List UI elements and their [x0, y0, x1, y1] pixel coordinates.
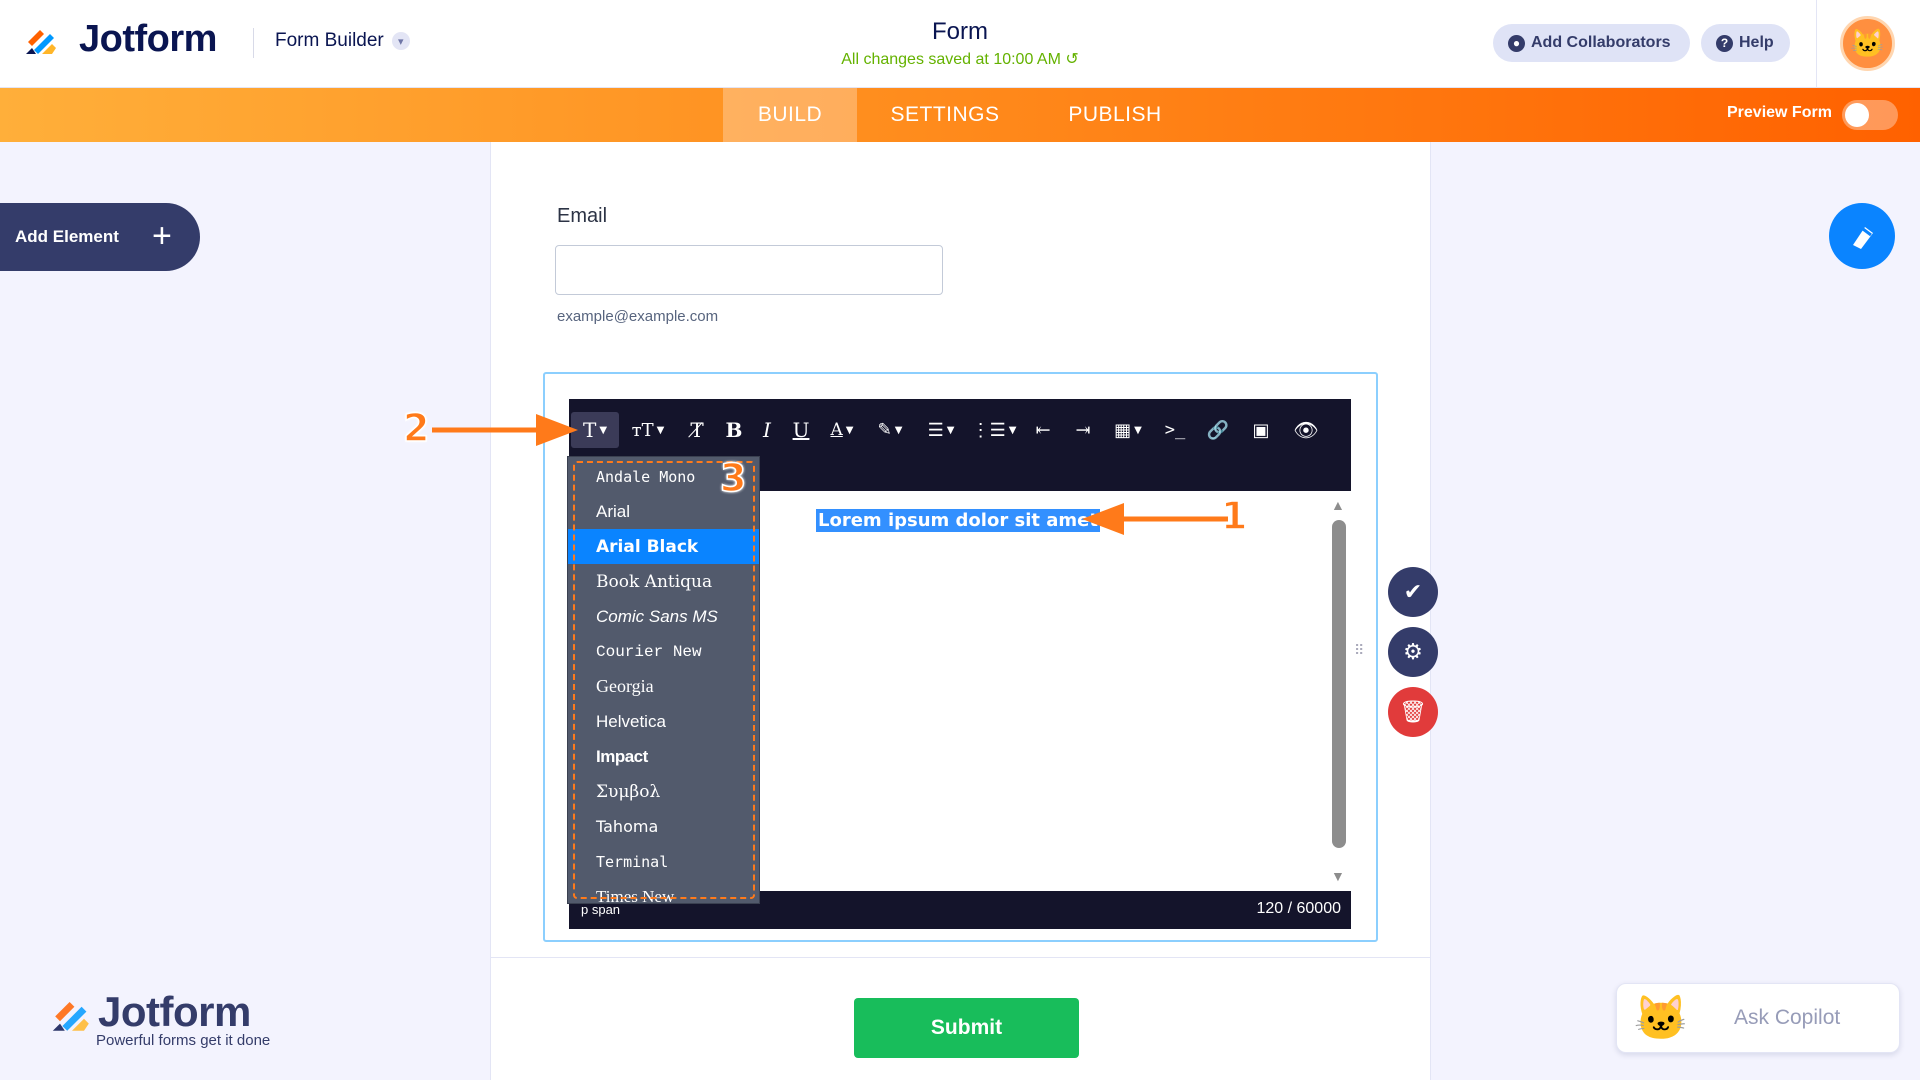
save-status-text: All changes saved at 10:00 AM — [841, 51, 1061, 68]
user-icon: ● — [1508, 34, 1525, 52]
callout-number-2: 2 — [402, 405, 430, 451]
tab-build[interactable]: BUILD — [723, 88, 857, 142]
add-element-button[interactable]: Add Element + — [0, 203, 200, 271]
arrow-annotation-1 — [1082, 503, 1228, 535]
font-size-button[interactable]: ᴛT ▼ — [626, 412, 670, 448]
indent-icon[interactable]: ⇥ — [1067, 412, 1099, 448]
font-option[interactable]: Tahoma — [568, 809, 759, 844]
tab-settings[interactable]: SETTINGS — [870, 88, 1020, 142]
tab-publish[interactable]: PUBLISH — [1040, 88, 1190, 142]
check-icon: ✔ — [1403, 579, 1423, 604]
check-button[interactable]: ✔ — [1388, 567, 1438, 617]
properties-button[interactable]: ⚙ — [1388, 627, 1438, 677]
font-option[interactable]: Times New — [568, 879, 759, 904]
jotform-watermark-text: Jotform — [98, 988, 251, 1035]
scroll-up-icon[interactable]: ▲ — [1331, 497, 1345, 513]
trash-icon: 🗑 — [1399, 699, 1427, 724]
email-field[interactable] — [555, 245, 943, 295]
align-icon[interactable]: ☰ ▼ — [922, 412, 960, 448]
list-icon[interactable]: ⋮☰ ▼ — [972, 412, 1017, 448]
top-header: Jotform Form Builder ▾ Form All changes … — [0, 0, 1920, 88]
avatar-divider — [1816, 0, 1817, 88]
code-icon[interactable]: >_ — [1160, 412, 1190, 448]
font-option[interactable]: Terminal — [568, 844, 759, 879]
gear-icon: ⚙ — [1403, 639, 1423, 664]
font-option[interactable]: Courier New — [568, 634, 759, 669]
font-option[interactable]: Impact — [568, 739, 759, 774]
ask-copilot-button[interactable]: 🐱 Ask Copilot — [1616, 983, 1900, 1053]
highlight-icon[interactable]: ✎ ▼ — [872, 412, 908, 448]
avatar[interactable]: 🐱 — [1840, 16, 1895, 71]
font-option[interactable]: Συμβολ — [568, 774, 759, 809]
callout-number-3: 3 — [719, 455, 747, 501]
email-sublabel: example@example.com — [557, 308, 719, 325]
text-color-icon[interactable]: A ▼ — [824, 412, 860, 448]
underline-icon[interactable]: U — [786, 412, 816, 448]
question-icon: ? — [1716, 34, 1733, 52]
submit-divider — [490, 957, 1431, 958]
jotform-watermark-tagline: Powerful forms get it done — [96, 1032, 271, 1049]
link-icon[interactable]: 🔗 — [1203, 412, 1233, 448]
font-option[interactable]: Georgia — [568, 669, 759, 704]
toggle-knob — [1845, 103, 1869, 127]
callout-number-1: 1 — [1220, 493, 1248, 539]
form-designer-button[interactable] — [1829, 203, 1895, 269]
font-option[interactable]: Book Antiqua — [568, 564, 759, 599]
italic-icon[interactable]: I — [752, 412, 782, 448]
copilot-cat-icon: 🐱 — [1633, 994, 1689, 1043]
font-option[interactable]: Comic Sans MS — [568, 599, 759, 634]
preview-form-toggle[interactable] — [1842, 100, 1898, 130]
submit-button[interactable]: Submit — [854, 998, 1079, 1058]
drag-handle-icon[interactable]: ⠿ — [1354, 643, 1368, 669]
jotform-watermark-icon — [52, 1002, 89, 1031]
paint-roller-icon — [1853, 227, 1873, 249]
scroll-down-icon[interactable]: ▼ — [1331, 868, 1345, 884]
delete-button[interactable]: 🗑 — [1388, 687, 1438, 737]
cat-avatar-icon: 🐱 — [1850, 28, 1885, 59]
arrow-annotation-2 — [432, 414, 578, 446]
add-collaborators-label: Add Collaborators — [1531, 34, 1671, 51]
help-label: Help — [1739, 34, 1774, 51]
ask-copilot-label: Ask Copilot — [1734, 1006, 1841, 1029]
preview-form-label: Preview Form — [1727, 104, 1832, 121]
font-option[interactable]: Helvetica — [568, 704, 759, 739]
character-count: 120 / 60000 — [1256, 900, 1341, 917]
clear-format-icon[interactable]: T̸ — [682, 412, 712, 448]
editor-scrollbar[interactable] — [1332, 520, 1346, 848]
help-button[interactable]: ? Help — [1701, 24, 1790, 62]
refresh-icon: ↺ — [1065, 51, 1079, 68]
plus-icon: + — [152, 217, 172, 255]
preview-eye-icon[interactable]: 👁 — [1288, 412, 1324, 448]
font-family-menu: Andale Mono Arial Arial Black Book Antiq… — [567, 456, 760, 904]
font-option-selected[interactable]: Arial Black — [568, 529, 759, 564]
outdent-icon[interactable]: ⇤ — [1027, 412, 1059, 448]
bold-icon[interactable]: B — [718, 412, 750, 448]
table-icon[interactable]: ▦ ▼ — [1108, 412, 1148, 448]
image-icon[interactable]: ▣ — [1245, 412, 1277, 448]
selected-text[interactable]: Lorem ipsum dolor sit amet — [816, 509, 1100, 532]
element-path[interactable]: p span — [581, 902, 620, 917]
add-collaborators-button[interactable]: ● Add Collaborators — [1493, 24, 1690, 62]
add-element-label: Add Element — [15, 227, 119, 246]
builder-nav: BUILD SETTINGS PUBLISH Preview Form — [0, 88, 1920, 142]
email-field-label: Email — [557, 205, 608, 227]
